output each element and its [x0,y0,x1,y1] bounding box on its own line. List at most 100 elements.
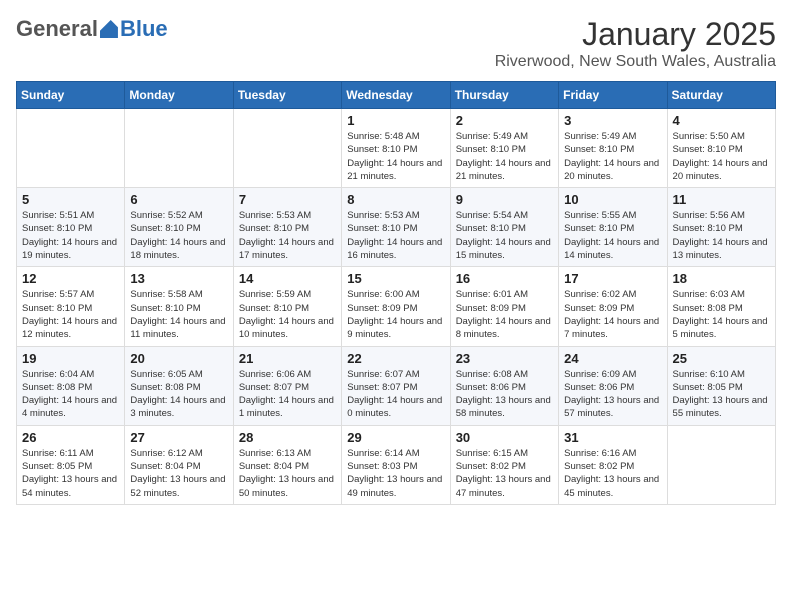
day-info: Sunrise: 6:02 AM Sunset: 8:09 PM Dayligh… [564,288,661,341]
table-row: 16 Sunrise: 6:01 AM Sunset: 8:09 PM Dayli… [450,267,558,346]
table-row: 2 Sunrise: 5:49 AM Sunset: 8:10 PM Daylig… [450,109,558,188]
day-info: Sunrise: 5:55 AM Sunset: 8:10 PM Dayligh… [564,209,661,262]
table-row: 12Sunrise: 5:57 AM Sunset: 8:10 PM Dayli… [17,267,125,346]
table-row: 30 Sunrise: 6:15 AM Sunset: 8:02 PM Dayli… [450,425,558,504]
day-info: Sunrise: 5:54 AM Sunset: 8:10 PM Dayligh… [456,209,553,262]
table-row: 21Sunrise: 6:06 AM Sunset: 8:07 PM Dayli… [233,346,341,425]
day-info: Sunrise: 5:48 AM Sunset: 8:10 PM Dayligh… [347,130,444,183]
table-row [667,425,775,504]
table-row: 11Sunrise: 5:56 AM Sunset: 8:10 PM Dayli… [667,188,775,267]
table-row: 19Sunrise: 6:04 AM Sunset: 8:08 PM Dayli… [17,346,125,425]
table-row: 26 Sunrise: 6:11 AM Sunset: 8:05 PM Dayli… [17,425,125,504]
day-info: Sunrise: 6:01 AM Sunset: 8:09 PM Dayligh… [456,288,553,341]
day-info: Sunrise: 6:14 AM Sunset: 8:03 PM Dayligh… [347,447,444,500]
day-number: 27 [130,430,227,445]
day-number: 29 [347,430,444,445]
table-row: 7Sunrise: 5:53 AM Sunset: 8:10 PM Daylig… [233,188,341,267]
day-info: Sunrise: 6:15 AM Sunset: 8:02 PM Dayligh… [456,447,553,500]
day-number: 3 [564,113,661,128]
day-number: 18 [673,271,770,286]
col-sunday: Sunday [17,82,125,109]
calendar-table: Sunday Monday Tuesday Wednesday Thursday… [16,81,776,505]
table-row: 14Sunrise: 5:59 AM Sunset: 8:10 PM Dayli… [233,267,341,346]
day-info: Sunrise: 5:49 AM Sunset: 8:10 PM Dayligh… [564,130,661,183]
col-saturday: Saturday [667,82,775,109]
calendar-week-row: 5 Sunrise: 5:51 AM Sunset: 8:10 PM Daylig… [17,188,776,267]
day-number: 15 [347,271,444,286]
day-info: Sunrise: 5:53 AM Sunset: 8:10 PM Dayligh… [347,209,444,262]
day-info: Sunrise: 6:09 AM Sunset: 8:06 PM Dayligh… [564,368,661,421]
day-info: Sunrise: 6:00 AM Sunset: 8:09 PM Dayligh… [347,288,444,341]
day-info: Sunrise: 6:16 AM Sunset: 8:02 PM Dayligh… [564,447,661,500]
table-row [17,109,125,188]
day-number: 24 [564,351,661,366]
table-row: 29 Sunrise: 6:14 AM Sunset: 8:03 PM Dayli… [342,425,450,504]
col-thursday: Thursday [450,82,558,109]
day-number: 5 [22,192,119,207]
calendar-week-row: 26 Sunrise: 6:11 AM Sunset: 8:05 PM Dayli… [17,425,776,504]
table-row: 20 Sunrise: 6:05 AM Sunset: 8:08 PM Dayli… [125,346,233,425]
table-row [125,109,233,188]
table-row: 4 Sunrise: 5:50 AM Sunset: 8:10 PM Daylig… [667,109,775,188]
day-number: 4 [673,113,770,128]
day-info: Sunrise: 5:53 AM Sunset: 8:10 PM Dayligh… [239,209,336,262]
day-info: Sunrise: 5:52 AM Sunset: 8:10 PM Dayligh… [130,209,227,262]
calendar-week-row: 1 Sunrise: 5:48 AM Sunset: 8:10 PM Daylig… [17,109,776,188]
day-number: 17 [564,271,661,286]
table-row: 10 Sunrise: 5:55 AM Sunset: 8:10 PM Dayli… [559,188,667,267]
table-row: 6 Sunrise: 5:52 AM Sunset: 8:10 PM Daylig… [125,188,233,267]
logo-icon [100,20,118,38]
day-info: Sunrise: 5:57 AM Sunset: 8:10 PM Dayligh… [22,288,119,341]
month-title: January 2025 [495,16,776,53]
table-row: 25 Sunrise: 6:10 AM Sunset: 8:05 PM Dayli… [667,346,775,425]
table-row: 23Sunrise: 6:08 AM Sunset: 8:06 PM Dayli… [450,346,558,425]
table-row: 15 Sunrise: 6:00 AM Sunset: 8:09 PM Dayli… [342,267,450,346]
logo: General Blue [16,16,168,42]
logo-blue-text: Blue [120,16,168,42]
day-number: 16 [456,271,553,286]
table-row: 18 Sunrise: 6:03 AM Sunset: 8:08 PM Dayli… [667,267,775,346]
day-number: 31 [564,430,661,445]
day-number: 28 [239,430,336,445]
location-subtitle: Riverwood, New South Wales, Australia [495,53,776,71]
table-row: 24 Sunrise: 6:09 AM Sunset: 8:06 PM Dayli… [559,346,667,425]
calendar-header-row: Sunday Monday Tuesday Wednesday Thursday… [17,82,776,109]
day-info: Sunrise: 5:49 AM Sunset: 8:10 PM Dayligh… [456,130,553,183]
day-number: 30 [456,430,553,445]
day-number: 19 [22,351,119,366]
day-info: Sunrise: 5:50 AM Sunset: 8:10 PM Dayligh… [673,130,770,183]
day-number: 22 [347,351,444,366]
table-row: 17 Sunrise: 6:02 AM Sunset: 8:09 PM Dayli… [559,267,667,346]
day-info: Sunrise: 6:07 AM Sunset: 8:07 PM Dayligh… [347,368,444,421]
table-row: 13Sunrise: 5:58 AM Sunset: 8:10 PM Dayli… [125,267,233,346]
day-number: 10 [564,192,661,207]
table-row: 28 Sunrise: 6:13 AM Sunset: 8:04 PM Dayli… [233,425,341,504]
day-info: Sunrise: 5:56 AM Sunset: 8:10 PM Dayligh… [673,209,770,262]
day-number: 25 [673,351,770,366]
day-info: Sunrise: 6:03 AM Sunset: 8:08 PM Dayligh… [673,288,770,341]
day-number: 26 [22,430,119,445]
day-number: 8 [347,192,444,207]
day-info: Sunrise: 6:12 AM Sunset: 8:04 PM Dayligh… [130,447,227,500]
page-header: General Blue January 2025 Riverwood, New… [16,16,776,71]
title-block: January 2025 Riverwood, New South Wales,… [495,16,776,71]
day-info: Sunrise: 6:11 AM Sunset: 8:05 PM Dayligh… [22,447,119,500]
table-row: 31 Sunrise: 6:16 AM Sunset: 8:02 PM Dayli… [559,425,667,504]
day-number: 1 [347,113,444,128]
day-info: Sunrise: 6:05 AM Sunset: 8:08 PM Dayligh… [130,368,227,421]
day-info: Sunrise: 6:06 AM Sunset: 8:07 PM Dayligh… [239,368,336,421]
table-row: 1 Sunrise: 5:48 AM Sunset: 8:10 PM Daylig… [342,109,450,188]
day-number: 2 [456,113,553,128]
day-number: 9 [456,192,553,207]
day-info: Sunrise: 6:10 AM Sunset: 8:05 PM Dayligh… [673,368,770,421]
day-info: Sunrise: 5:51 AM Sunset: 8:10 PM Dayligh… [22,209,119,262]
logo-general-text: General [16,16,98,42]
table-row: 5 Sunrise: 5:51 AM Sunset: 8:10 PM Daylig… [17,188,125,267]
day-number: 20 [130,351,227,366]
day-number: 6 [130,192,227,207]
table-row: 3 Sunrise: 5:49 AM Sunset: 8:10 PM Daylig… [559,109,667,188]
day-info: Sunrise: 6:13 AM Sunset: 8:04 PM Dayligh… [239,447,336,500]
table-row: 9 Sunrise: 5:54 AM Sunset: 8:10 PM Daylig… [450,188,558,267]
day-info: Sunrise: 5:58 AM Sunset: 8:10 PM Dayligh… [130,288,227,341]
day-number: 23 [456,351,553,366]
